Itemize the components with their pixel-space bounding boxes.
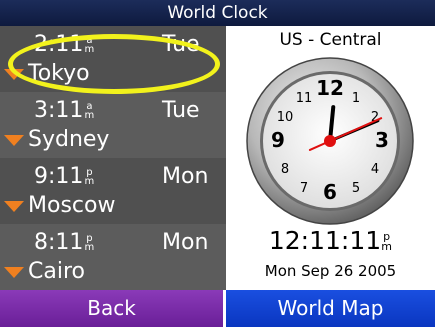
triangle-down-icon bbox=[4, 201, 24, 212]
ampm-indicator: pm bbox=[84, 167, 95, 187]
city-day: Tue bbox=[162, 98, 200, 123]
triangle-down-icon bbox=[4, 69, 24, 80]
city-name: Cairo bbox=[28, 259, 85, 284]
city-name: Tokyo bbox=[28, 61, 90, 86]
world-map-button[interactable]: World Map bbox=[226, 290, 435, 327]
city-row-cairo[interactable]: 8:11 p m Mon Cairo bbox=[0, 224, 226, 290]
city-row-moscow[interactable]: 9:11 p m Mon Moscow bbox=[0, 158, 226, 224]
back-button[interactable]: Back bbox=[0, 290, 223, 327]
triangle-down-icon bbox=[4, 267, 24, 278]
title-bar: World Clock bbox=[0, 0, 435, 26]
clock-number-8: 8 bbox=[281, 162, 289, 177]
clock-number-12: 12 bbox=[316, 76, 344, 100]
clock-number-9: 9 bbox=[271, 128, 285, 152]
city-day: Mon bbox=[162, 164, 209, 189]
back-button-label: Back bbox=[87, 296, 136, 320]
city-row-tokyo[interactable]: 2:11 a m Tue Tokyo bbox=[0, 26, 226, 92]
clock-number-4: 4 bbox=[371, 162, 379, 177]
page-title: World Clock bbox=[167, 3, 268, 23]
clock-icon: 12 1234567891011 bbox=[246, 57, 414, 225]
city-time: 2:11 a m bbox=[34, 32, 95, 57]
clock-number-1: 1 bbox=[352, 91, 360, 106]
city-day: Mon bbox=[162, 230, 209, 255]
world-map-button-label: World Map bbox=[277, 296, 384, 320]
ampm-indicator: am bbox=[84, 101, 95, 121]
city-name: Moscow bbox=[28, 193, 116, 218]
ampm-indicator: pm bbox=[84, 233, 95, 253]
city-time: 9:11 p m bbox=[34, 164, 95, 189]
clock-number-5: 5 bbox=[352, 181, 360, 196]
city-day: Tue bbox=[162, 32, 200, 57]
clock-number-6: 6 bbox=[323, 180, 337, 204]
clock-center-dot bbox=[324, 135, 336, 147]
ampm-indicator: pm bbox=[381, 230, 392, 253]
city-list: 2:11 a m Tue Tokyo 3:11 a m Tue Sydney 9:11 p… bbox=[0, 26, 226, 290]
local-time-panel: US - Central 12 1 2 3 4 5 6 7 8 9 10 11 … bbox=[226, 26, 435, 290]
world-clock-screen: World Clock 2:11 a m Tue Tokyo 3:11 a m Tue … bbox=[0, 0, 435, 327]
analog-clock: 12 1 2 3 4 5 6 7 8 9 10 11 bbox=[245, 56, 415, 226]
ampm-indicator: am bbox=[84, 35, 95, 55]
digital-time: 12:11:11 p m bbox=[268, 226, 392, 255]
triangle-down-icon bbox=[4, 135, 24, 146]
clock-number-7: 7 bbox=[300, 181, 308, 196]
city-row-sydney[interactable]: 3:11 a m Tue Sydney bbox=[0, 92, 226, 158]
clock-number-11: 11 bbox=[296, 91, 313, 106]
timezone-label: US - Central bbox=[279, 30, 382, 50]
city-time: 3:11 a m bbox=[34, 98, 95, 123]
date-label: Mon Sep 26 2005 bbox=[264, 262, 397, 280]
city-time: 8:11 p m bbox=[34, 230, 95, 255]
clock-number-10: 10 bbox=[277, 110, 294, 125]
city-name: Sydney bbox=[28, 127, 110, 152]
clock-number-3: 3 bbox=[375, 128, 389, 152]
